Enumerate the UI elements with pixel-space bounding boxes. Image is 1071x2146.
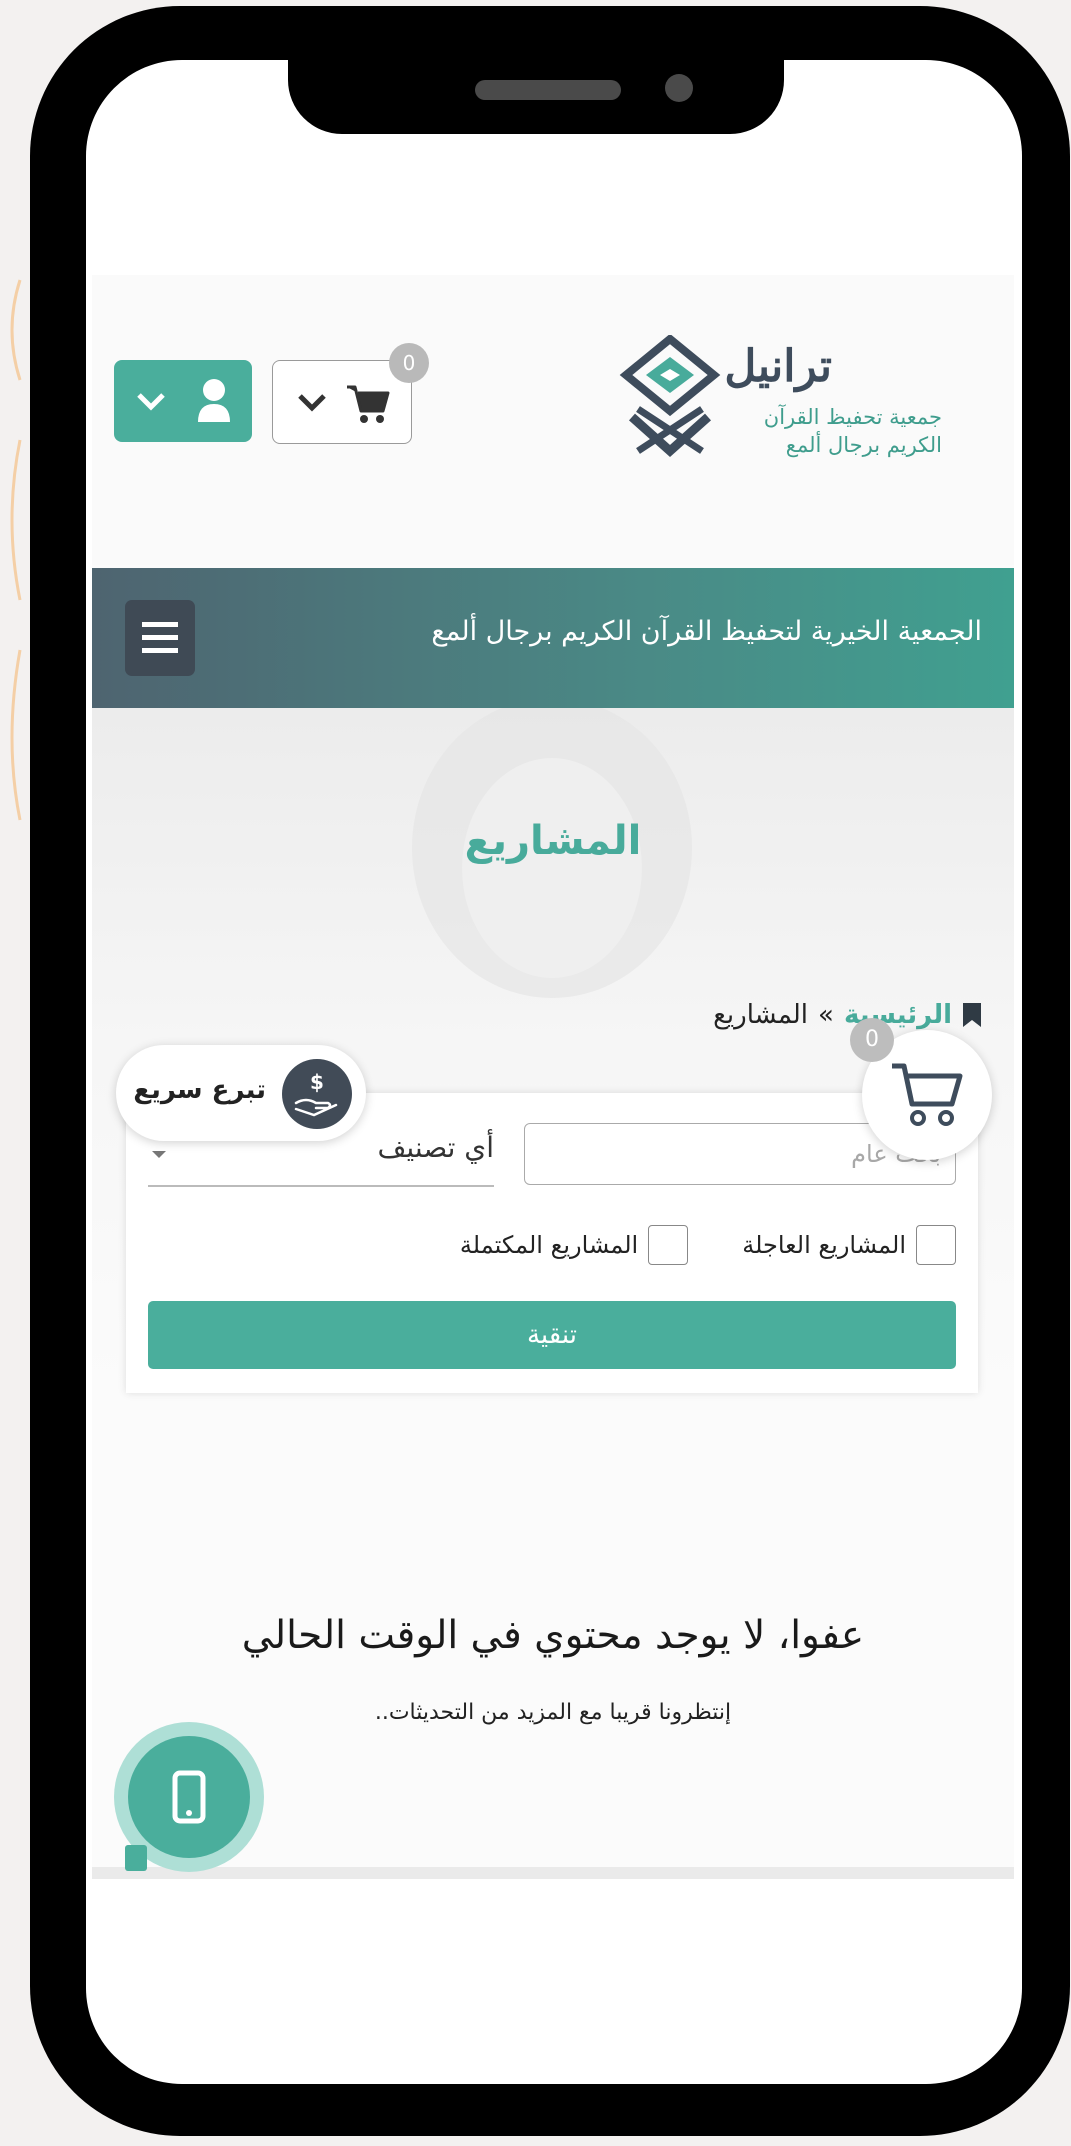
svg-text:$: $ — [310, 1070, 324, 1094]
phone-speaker — [475, 80, 621, 100]
site-name[interactable]: الجمعية الخيرية لتحفيظ القرآن الكريم برج… — [431, 616, 982, 647]
empty-state-subtitle: إنتظرونا قريبا مع المزيد من التحديثات.. — [374, 1700, 732, 1725]
filter-button[interactable]: تنقية — [148, 1301, 956, 1369]
urgent-projects-checkbox[interactable] — [916, 1225, 956, 1265]
category-select-label: أي تصنيف — [377, 1131, 494, 1164]
logo-emblem-icon — [619, 335, 721, 458]
breadcrumb-separator: » — [818, 1000, 834, 1030]
cart-icon — [347, 385, 390, 423]
completed-projects-checkbox[interactable] — [648, 1225, 689, 1265]
site-header: ترانيل جمعية تحفيظ القرآن الكريم برجال أ… — [92, 275, 1014, 565]
mobile-app-tab — [125, 1845, 147, 1871]
site-logo[interactable]: ترانيل جمعية تحفيظ القرآن الكريم برجال أ… — [612, 335, 942, 465]
logo-subtitle-line2: الكريم برجال ألمع — [785, 433, 942, 457]
urgent-projects-label: المشاريع العاجلة — [742, 1231, 906, 1259]
bookmark-icon — [963, 1003, 981, 1027]
breadcrumb-current: المشاريع — [713, 1000, 809, 1030]
chevron-down-icon — [298, 394, 326, 412]
footer-edge — [92, 1867, 1014, 1879]
logo-title: ترانيل — [724, 341, 832, 392]
hamburger-menu-button[interactable] — [125, 600, 195, 676]
floating-cart-count-badge: 0 — [850, 1018, 894, 1062]
hands-background-image — [412, 708, 692, 998]
phone-camera — [665, 74, 693, 102]
empty-state-title: عفوا، لا يوجد محتوي في الوقت الحالي — [241, 1613, 865, 1658]
breadcrumb: الرئيسية » المشاريع — [713, 1000, 982, 1030]
user-icon — [198, 379, 230, 422]
main-navbar: الجمعية الخيرية لتحفيظ القرآن الكريم برج… — [92, 568, 1014, 708]
mobile-app-button[interactable] — [128, 1736, 250, 1858]
mobile-phone-icon — [172, 1770, 206, 1824]
caret-down-icon — [152, 1151, 166, 1158]
completed-projects-label: المشاريع المكتملة — [459, 1231, 639, 1259]
cart-icon — [892, 1063, 963, 1126]
hamburger-icon — [142, 622, 178, 653]
logo-subtitle-line1: جمعية تحفيظ القرآن — [763, 405, 942, 429]
quick-donate-button[interactable]: $ تبرع سريع — [116, 1045, 366, 1141]
donate-hand-icon: $ — [282, 1059, 352, 1129]
header-cart-count-badge: 0 — [389, 343, 429, 383]
quick-donate-label: تبرع سريع — [133, 1075, 266, 1105]
page-title: المشاريع — [464, 818, 642, 864]
user-account-button[interactable] — [114, 360, 252, 442]
filter-checkboxes: المشاريع العاجلة المشاريع المكتملة — [460, 1225, 956, 1265]
chevron-down-icon — [137, 393, 165, 411]
